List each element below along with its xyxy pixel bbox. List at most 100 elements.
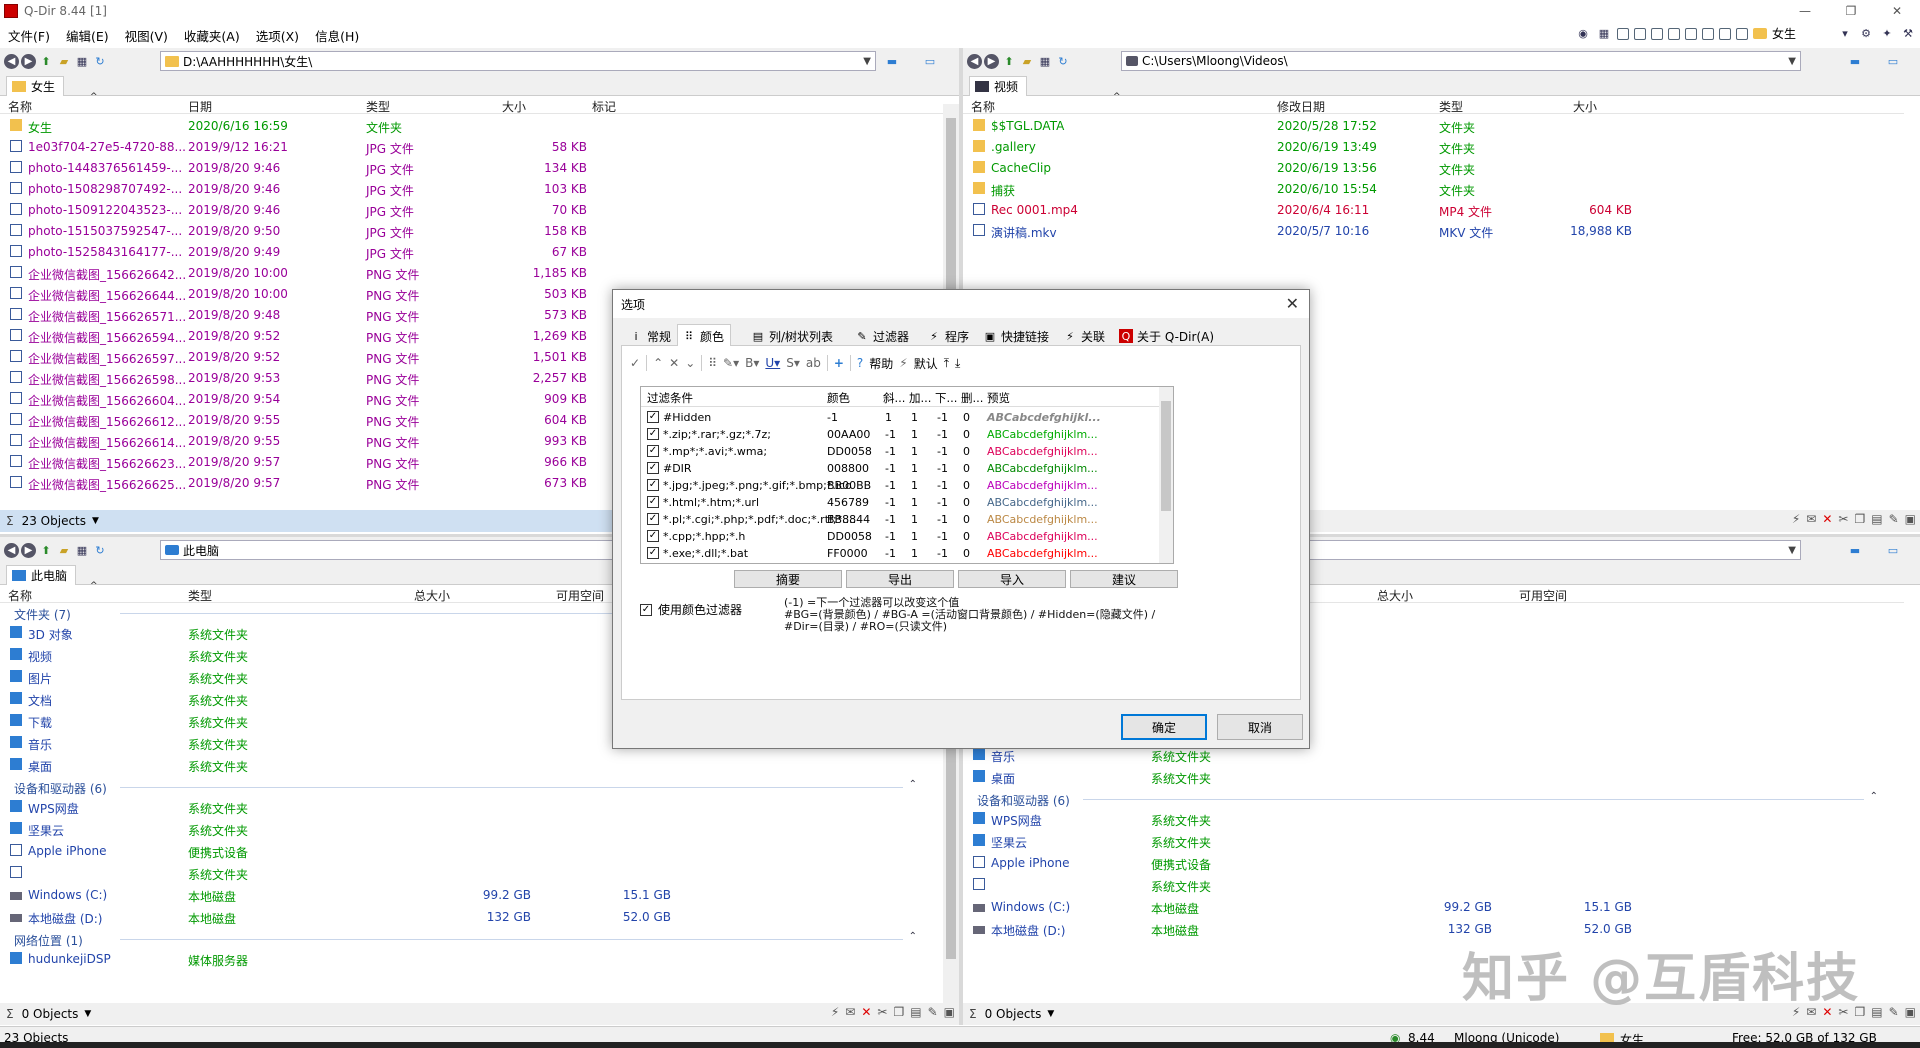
- checkbox[interactable]: ✓: [647, 411, 659, 423]
- list-item[interactable]: 女生 2020/6/16 16:59 文件夹: [0, 116, 943, 137]
- mail-icon[interactable]: ✉: [845, 1005, 855, 1019]
- header-preview[interactable]: 预览: [987, 390, 1010, 406]
- list-item[interactable]: Rec 0001.mp4 2020/6/4 16:11 MP4 文件 604 KB: [963, 200, 1904, 221]
- header-tag[interactable]: 标记: [592, 98, 616, 115]
- monitor-icon[interactable]: ▬: [1847, 53, 1863, 69]
- list-item[interactable]: 坚果云 系统文件夹: [963, 831, 1904, 853]
- add-icon[interactable]: +: [834, 356, 844, 370]
- filter-row[interactable]: ✓ *.pl;*.cgi;*.php;*.pdf;*.doc;*.rtf;*...…: [641, 511, 1159, 528]
- check-icon[interactable]: ✓: [630, 356, 640, 370]
- header-type[interactable]: 类型: [1439, 98, 1463, 115]
- header-size[interactable]: 大小: [502, 98, 526, 115]
- forward-icon[interactable]: ▶: [21, 542, 36, 558]
- tools-icon[interactable]: ⚒: [1900, 26, 1916, 42]
- list-item[interactable]: $$TGL.DATA 2020/5/28 17:52 文件夹: [963, 116, 1904, 137]
- tab-current[interactable]: 视频: [969, 76, 1028, 96]
- header-italic[interactable]: 斜...: [883, 390, 905, 406]
- list-item[interactable]: photo-1448376561459-... 2019/8/20 9:46 JPG…: [0, 158, 943, 179]
- monitor-icon[interactable]: ▬: [1847, 542, 1863, 558]
- header-name[interactable]: 名称: [8, 587, 32, 604]
- chevron-down-icon[interactable]: ▼: [1047, 1009, 1054, 1019]
- filter-row[interactable]: ✓ *.zip;*.rar;*.gz;*.7z; 00AA00 -1 1 -1 0 ABCab…: [641, 426, 1159, 443]
- lightning-icon[interactable]: ⚡: [1792, 512, 1800, 526]
- filter-row[interactable]: ✓ *.mp*;*.avi;*.wma; DD0058 -1 1 -1 0 ABCabcdef…: [641, 443, 1159, 460]
- header-name[interactable]: 名称: [8, 98, 32, 115]
- mail-icon[interactable]: ✉: [1806, 512, 1816, 526]
- layout-7-icon[interactable]: [1719, 27, 1731, 40]
- list-item[interactable]: 系统文件夹: [963, 875, 1904, 897]
- checkbox[interactable]: ✓: [647, 479, 659, 491]
- maximize-button[interactable]: ❐: [1828, 0, 1874, 22]
- tab-programs[interactable]: ⚡ 程序: [923, 326, 975, 346]
- header-date[interactable]: 日期: [188, 98, 212, 115]
- paste-icon[interactable]: ▤: [1871, 1005, 1882, 1019]
- filter-row[interactable]: ✓ #DIR 008800 -1 1 -1 0 ABCabcdefghijklm...: [641, 460, 1159, 477]
- tab-color[interactable]: ⠿ 颜色: [677, 324, 732, 347]
- tab-quicklinks[interactable]: ▣ 快捷链接: [979, 326, 1055, 346]
- layout-1-icon[interactable]: [1617, 27, 1629, 40]
- folder-icon[interactable]: ▰: [56, 53, 72, 69]
- filter-row[interactable]: ✓ *.exe;*.dll;*.bat FF0000 -1 1 -1 0 ABCabcdefg…: [641, 545, 1159, 562]
- refresh-icon[interactable]: ↻: [1055, 53, 1071, 69]
- chevron-down-icon[interactable]: ▼: [1788, 545, 1796, 556]
- chevron-down-icon[interactable]: ▼: [84, 1009, 91, 1019]
- tab-general[interactable]: i 常规: [625, 326, 677, 346]
- menu-view[interactable]: 视图(V): [117, 26, 176, 45]
- list-item[interactable]: Windows (C:) 本地磁盘 99.2 GB 15.1 GB: [963, 897, 1904, 919]
- menu-file[interactable]: 文件(F): [0, 26, 58, 45]
- header-total[interactable]: 总大小: [414, 587, 450, 604]
- header-free[interactable]: 可用空间: [1519, 587, 1567, 604]
- chevron-up-icon[interactable]: ⌃: [1870, 791, 1878, 802]
- remove-icon[interactable]: ✕: [669, 356, 679, 370]
- menu-edit[interactable]: 编辑(E): [58, 26, 117, 45]
- list-item[interactable]: 坚果云 系统文件夹: [0, 819, 943, 841]
- tab-about[interactable]: Q 关于 Q-Dir(A): [1115, 326, 1220, 346]
- grid-layout-icon[interactable]: ▦: [1596, 26, 1612, 42]
- move-bottom-icon[interactable]: ⤓: [955, 356, 960, 371]
- chevron-down-icon[interactable]: ▼: [92, 516, 99, 526]
- checkbox[interactable]: ✓: [647, 496, 659, 508]
- refresh-icon[interactable]: ↻: [92, 542, 108, 558]
- address-bar[interactable]: D:\AAHHHHHHH\女生\ ▼: [160, 51, 876, 71]
- filter-row[interactable]: ✓ *.jpg;*.jpeg;*.png;*.gif;*.bmp;*.ico BB0…: [641, 477, 1159, 494]
- list-item[interactable]: 桌面 系统文件夹: [963, 767, 1904, 789]
- list-item[interactable]: WPS网盘 系统文件夹: [963, 809, 1904, 831]
- list-item[interactable]: 企业微信截图_156626642... 2019/8/20 10:00 PNG 文件…: [0, 263, 943, 284]
- list-item[interactable]: .gallery 2020/6/19 13:49 文件夹: [963, 137, 1904, 158]
- view-icon[interactable]: ▦: [1037, 53, 1053, 69]
- list-item[interactable]: hudunkejiDSP 媒体服务器: [0, 949, 943, 971]
- globe-icon[interactable]: ◉: [1575, 26, 1591, 42]
- tab-associations[interactable]: ⚡ 关联: [1059, 326, 1111, 346]
- header-bold[interactable]: 加...: [909, 390, 931, 406]
- layout-5-icon[interactable]: [1685, 27, 1697, 40]
- list-item[interactable]: 桌面 系统文件夹: [0, 755, 943, 777]
- list-item[interactable]: Apple iPhone 便携式设备: [963, 853, 1904, 875]
- group-header[interactable]: 网络位置 (1) ⌃: [0, 929, 943, 949]
- checkbox[interactable]: ✓: [647, 513, 659, 525]
- monitor-icon[interactable]: ▬: [884, 53, 900, 69]
- close-icon[interactable]: ✕: [1286, 294, 1299, 313]
- checkbox[interactable]: ✓: [647, 547, 659, 559]
- filter-row[interactable]: ✓ *.cpp;*.hpp;*.h DD0058 -1 1 -1 0 ABCabcdefghi…: [641, 528, 1159, 545]
- move-top-icon[interactable]: ⤒: [944, 356, 949, 371]
- view-icon[interactable]: ▦: [74, 542, 90, 558]
- default-button[interactable]: 默认: [914, 355, 938, 372]
- view-icon[interactable]: ▦: [74, 53, 90, 69]
- color-pick-icon[interactable]: ⠿: [708, 356, 717, 370]
- address-bar[interactable]: ▼: [1308, 540, 1801, 560]
- header-underline[interactable]: 下...: [935, 390, 957, 406]
- bold-icon[interactable]: B▾: [745, 356, 759, 370]
- lightning-icon[interactable]: ⚡: [831, 1005, 839, 1019]
- checkbox[interactable]: ✓: [647, 428, 659, 440]
- folder-icon[interactable]: ▰: [56, 542, 72, 558]
- up-icon[interactable]: ⬆: [1001, 53, 1017, 69]
- list-item[interactable]: CacheClip 2020/6/19 13:56 文件夹: [963, 158, 1904, 179]
- list-item[interactable]: WPS网盘 系统文件夹: [0, 797, 943, 819]
- tab-filter[interactable]: ✎ 过滤器: [851, 326, 915, 346]
- cut-icon[interactable]: ✂: [877, 1005, 887, 1019]
- header-type[interactable]: 类型: [366, 98, 390, 115]
- settings-icon[interactable]: ⚙: [1858, 26, 1874, 42]
- tab-current[interactable]: 女生: [6, 76, 65, 96]
- menu-favorites[interactable]: 收藏夹(A): [176, 26, 248, 45]
- suggest-button[interactable]: 建议: [1070, 570, 1178, 588]
